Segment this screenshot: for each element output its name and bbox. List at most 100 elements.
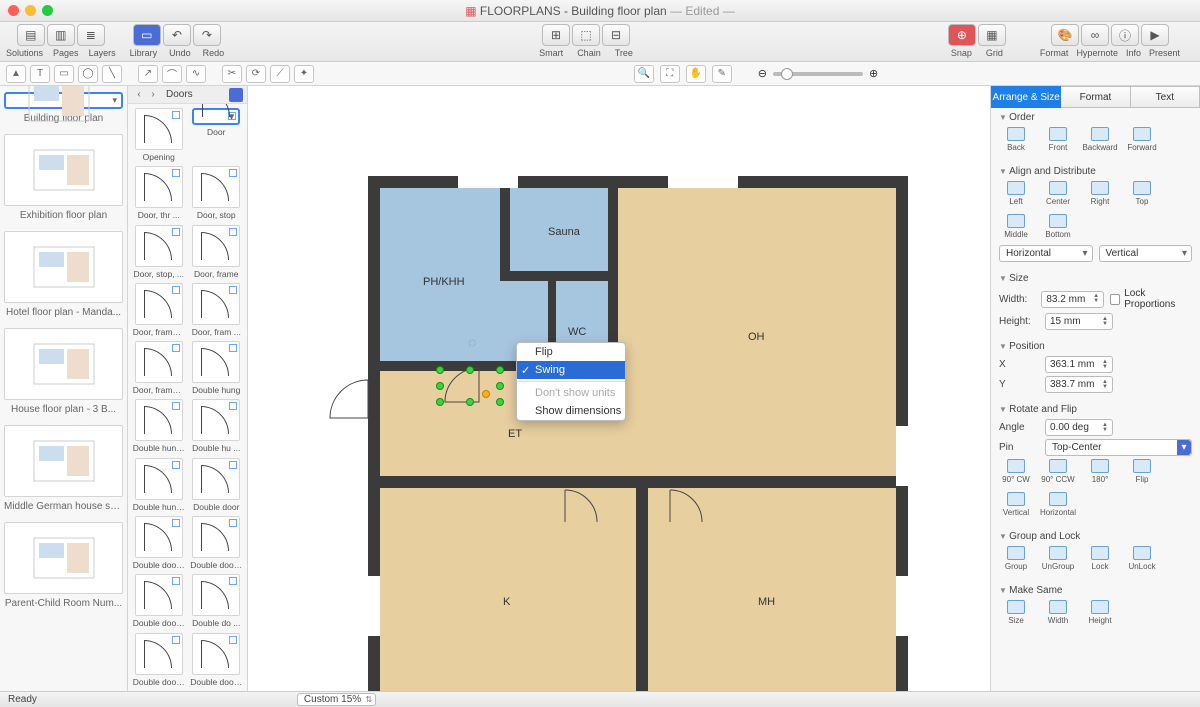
angle-input[interactable]: 0.00 deg▲▼ (1045, 419, 1113, 436)
page-thumb[interactable] (4, 425, 123, 497)
chain-button[interactable]: ⬚ (572, 24, 600, 46)
hypernote-button[interactable]: ∞ (1081, 24, 1109, 46)
menu-show-dimensions[interactable]: Show dimensions (517, 402, 625, 420)
line-tool[interactable]: ╲ (102, 65, 122, 83)
rotate-90-cw[interactable]: 90° CW (999, 459, 1033, 484)
library-button[interactable]: ▭ (133, 24, 161, 46)
library-shape[interactable] (192, 225, 240, 267)
library-menu[interactable] (229, 88, 243, 102)
ellipse-tool[interactable]: ◯ (78, 65, 98, 83)
library-shape[interactable] (192, 574, 240, 616)
redo-button[interactable]: ↷ (193, 24, 221, 46)
library-shape[interactable] (192, 166, 240, 208)
menu-swing[interactable]: Swing (517, 361, 625, 379)
rect-tool[interactable]: ▭ (54, 65, 74, 83)
solutions-button[interactable]: ▤ (17, 24, 45, 46)
crop-tool[interactable]: ✂ (222, 65, 242, 83)
rotate-vertical[interactable]: Vertical (999, 492, 1033, 517)
zoom-window[interactable] (42, 5, 53, 16)
wand-tool[interactable]: ✦ (294, 65, 314, 83)
page-thumb[interactable] (4, 134, 123, 206)
library-shape[interactable] (135, 166, 183, 208)
library-shape[interactable] (135, 108, 183, 150)
lock-proportions[interactable]: Lock Proportions (1110, 288, 1192, 310)
distribute-h-select[interactable]: Horizontal (999, 245, 1093, 262)
group-lock[interactable]: Lock (1083, 546, 1117, 571)
group-group[interactable]: Group (999, 546, 1033, 571)
menu-dont-show-units[interactable]: Don't show units (517, 384, 625, 402)
tab-arrange-size[interactable]: Arrange & Size (991, 86, 1061, 108)
library-shape[interactable] (192, 283, 240, 325)
format-button[interactable]: 🎨 (1051, 24, 1079, 46)
zoom-out-icon[interactable]: 🔍 (634, 65, 654, 83)
align-top[interactable]: Top (1125, 181, 1159, 206)
order-forward[interactable]: Forward (1125, 127, 1159, 152)
group-ungroup[interactable]: UnGroup (1041, 546, 1075, 571)
canvas[interactable]: Sauna PH/KHH WC OH ET K MH (248, 86, 990, 691)
order-backward[interactable]: Backward (1083, 127, 1117, 152)
zoom-plus-icon[interactable]: ⊕ (869, 67, 878, 80)
present-button[interactable]: ▶ (1141, 24, 1169, 46)
page-thumb[interactable] (4, 522, 123, 594)
rotate-horizontal[interactable]: Horizontal (1041, 492, 1075, 517)
align-bottom[interactable]: Bottom (1041, 214, 1075, 239)
info-button[interactable]: ⓘ (1111, 24, 1139, 46)
pages-button[interactable]: ▥ (47, 24, 75, 46)
grid-button[interactable]: ▦ (978, 24, 1006, 46)
same-size[interactable]: Size (999, 600, 1033, 625)
arc-tool[interactable]: ⌒ (162, 65, 182, 83)
smart-button[interactable]: ⊞ (542, 24, 570, 46)
library-shape[interactable] (135, 341, 183, 383)
tab-format[interactable]: Format (1061, 86, 1130, 108)
library-shape[interactable] (135, 225, 183, 267)
library-shape[interactable] (192, 458, 240, 500)
eyedropper-tool[interactable]: ✎ (712, 65, 732, 83)
connector-tool[interactable]: ↗ (138, 65, 158, 83)
align-middle[interactable]: Middle (999, 214, 1033, 239)
same-width[interactable]: Width (1041, 600, 1075, 625)
library-shape[interactable] (192, 341, 240, 383)
rotate-90-ccw[interactable]: 90° CCW (1041, 459, 1075, 484)
page-thumb[interactable] (4, 231, 123, 303)
measure-tool[interactable]: ⟋ (270, 65, 290, 83)
spline-tool[interactable]: ∿ (186, 65, 206, 83)
align-center[interactable]: Center (1041, 181, 1075, 206)
selection-zoom[interactable]: ⛶ (660, 65, 680, 83)
library-shape[interactable] (135, 399, 183, 441)
rotate-180-[interactable]: 180° (1083, 459, 1117, 484)
text-tool[interactable]: T (30, 65, 50, 83)
y-input[interactable]: 383.7 mm▲▼ (1045, 376, 1113, 393)
page-thumb[interactable] (4, 328, 123, 400)
library-shape[interactable] (192, 633, 240, 675)
align-left[interactable]: Left (999, 181, 1033, 206)
width-input[interactable]: 83.2 mm▲▼ (1041, 291, 1104, 308)
pin-select[interactable]: Top-Center (1045, 439, 1192, 456)
zoom-slider[interactable] (773, 72, 863, 76)
undo-button[interactable]: ↶ (163, 24, 191, 46)
rotate-flip[interactable]: Flip (1125, 459, 1159, 484)
library-shape[interactable] (135, 574, 183, 616)
group-unlock[interactable]: UnLock (1125, 546, 1159, 571)
library-shape[interactable] (135, 516, 183, 558)
tree-button[interactable]: ⊟ (602, 24, 630, 46)
hand-tool[interactable]: ✋ (686, 65, 706, 83)
menu-flip[interactable]: Flip (517, 343, 625, 361)
tab-text[interactable]: Text (1131, 86, 1200, 108)
close-window[interactable] (8, 5, 19, 16)
zoom-minus-icon[interactable]: ⊖ (758, 67, 767, 80)
library-shape[interactable] (135, 633, 183, 675)
minimize-window[interactable] (25, 5, 36, 16)
library-shape[interactable] (192, 108, 240, 125)
align-right[interactable]: Right (1083, 181, 1117, 206)
lib-next[interactable]: › (146, 88, 160, 102)
layers-button[interactable]: ≣ (77, 24, 105, 46)
x-input[interactable]: 363.1 mm▲▼ (1045, 356, 1113, 373)
library-shape[interactable] (135, 283, 183, 325)
rotate-tool[interactable]: ⟳ (246, 65, 266, 83)
library-shape[interactable] (192, 516, 240, 558)
height-input[interactable]: 15 mm▲▼ (1045, 313, 1113, 330)
order-front[interactable]: Front (1041, 127, 1075, 152)
library-shape[interactable] (135, 458, 183, 500)
same-height[interactable]: Height (1083, 600, 1117, 625)
zoom-select[interactable]: Custom 15% (297, 693, 376, 706)
